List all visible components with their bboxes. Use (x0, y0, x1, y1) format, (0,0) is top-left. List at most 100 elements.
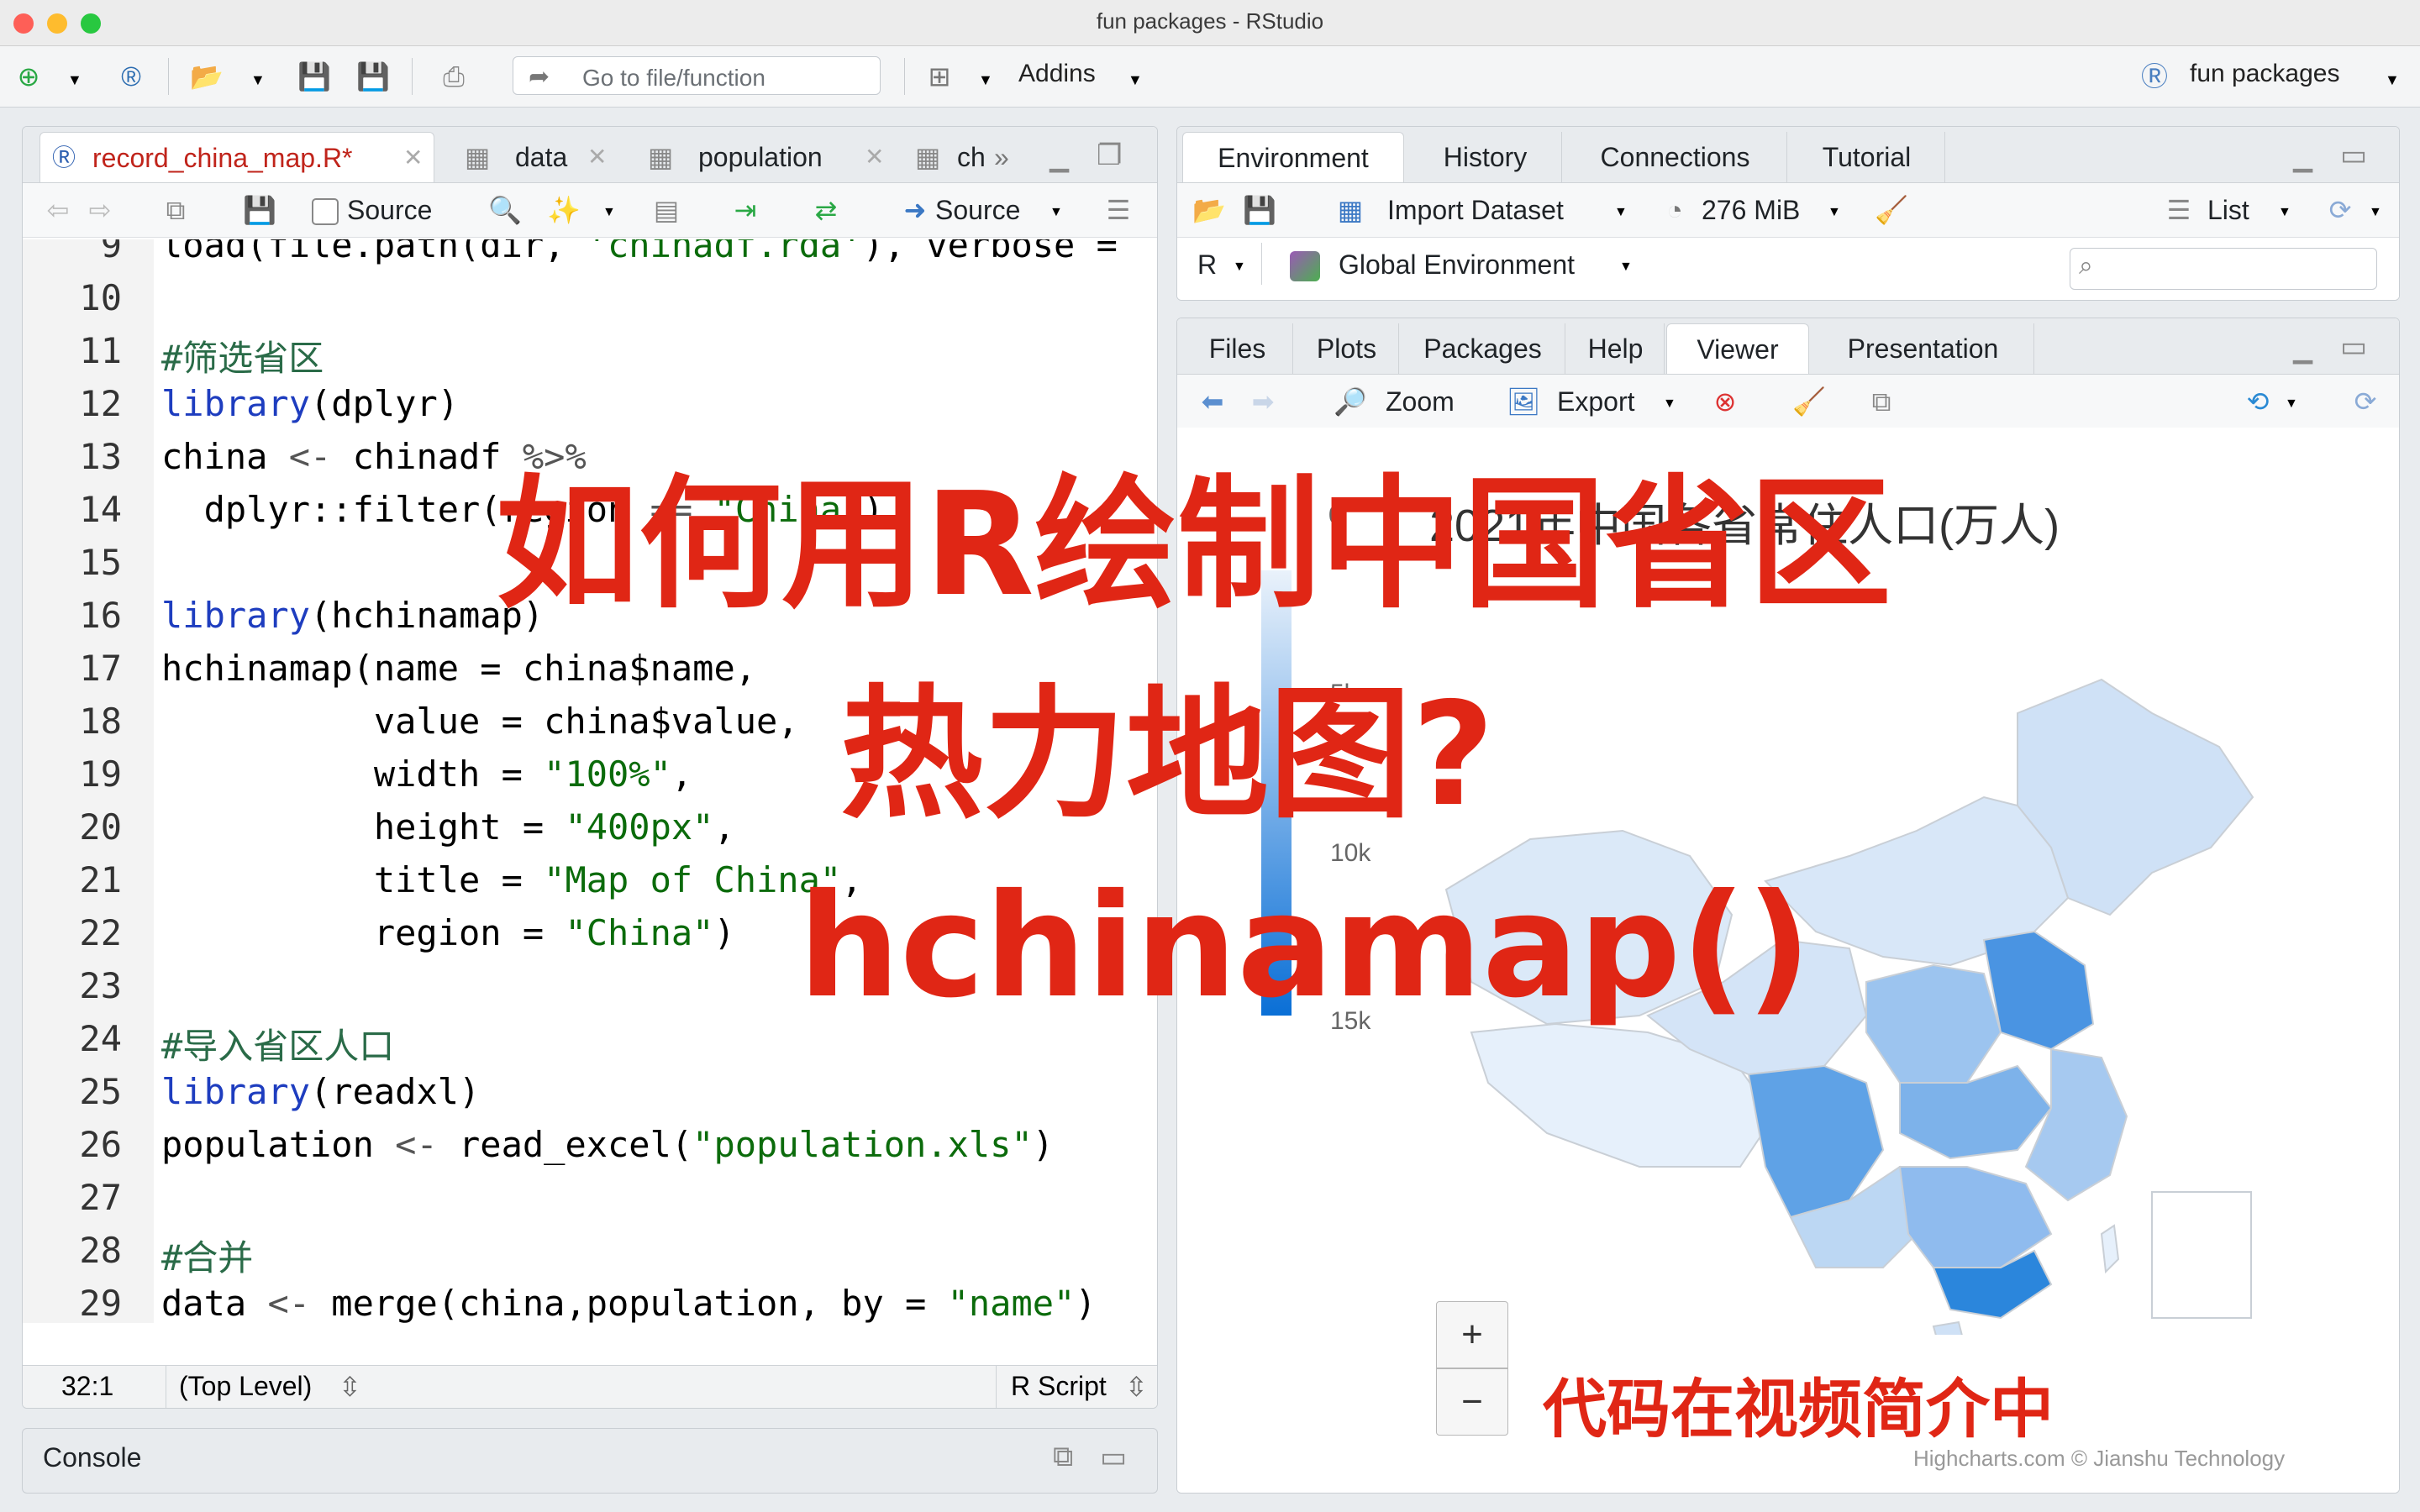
new-project-icon[interactable]: ® (114, 60, 148, 93)
environment-selector[interactable]: Global Environment (1339, 249, 1575, 281)
tab-history[interactable]: History (1409, 132, 1562, 182)
broom-icon[interactable]: 🧹 (1791, 385, 1828, 418)
view-mode-selector[interactable]: List (2207, 195, 2249, 226)
source-arrow-icon[interactable]: ➜ (897, 193, 934, 227)
map-zoom-in-button[interactable]: + (1436, 1301, 1508, 1368)
code-line[interactable]: data <- merge(china,population, by = "na… (161, 1283, 1097, 1323)
chevron-down-icon[interactable]: ▼ (250, 71, 266, 89)
code-line[interactable]: title = "Map of China", (161, 859, 863, 900)
code-line[interactable]: hchinamap(name = china$name, (161, 648, 756, 689)
zoom-button[interactable]: Zoom (1386, 386, 1455, 417)
tab-population[interactable]: ▦ population ✕ (639, 132, 892, 182)
chevron-down-icon[interactable]: ▼ (2278, 205, 2291, 220)
minimize-pane-icon[interactable]: ▁ (1050, 144, 1069, 173)
export-button[interactable]: Export (1557, 386, 1634, 417)
tab-environment[interactable]: Environment (1182, 132, 1404, 182)
console-pane[interactable]: Console ⧉ ▭ (22, 1428, 1158, 1494)
chevron-down-icon[interactable]: ▼ (2285, 396, 2298, 412)
save-icon[interactable]: 💾 (1241, 193, 1278, 227)
chevron-down-icon[interactable]: ▼ (1828, 205, 1841, 220)
minimize-pane-icon[interactable]: ▁ (2293, 144, 2312, 173)
close-icon[interactable]: ✕ (587, 132, 607, 182)
chevron-down-icon[interactable]: ▼ (978, 71, 993, 89)
minimize-pane-icon[interactable]: ▁ (2293, 335, 2312, 365)
document-outline-icon[interactable]: ☰ (1100, 193, 1137, 227)
save-icon[interactable]: 💾 (297, 60, 331, 93)
addins-menu[interactable]: Addins (1018, 60, 1096, 88)
forward-arrow-icon[interactable]: ⇨ (82, 193, 118, 227)
maximize-pane-icon[interactable]: ▭ (2340, 139, 2367, 172)
more-tabs-icon[interactable]: » (994, 132, 1009, 182)
tab-packages[interactable]: Packages (1401, 323, 1565, 374)
close-icon[interactable]: ✕ (865, 132, 884, 182)
print-icon[interactable]: ⎙ (437, 60, 471, 93)
refresh-icon[interactable]: ⟳ (2322, 193, 2359, 227)
chevron-down-icon[interactable]: ▼ (1619, 260, 1633, 275)
filetype-selector[interactable]: R Script (1011, 1371, 1107, 1402)
code-line[interactable]: library(readxl) (161, 1071, 480, 1112)
memory-usage[interactable]: 276 MiB (1702, 195, 1800, 226)
new-file-icon[interactable]: ⊕ (12, 60, 45, 93)
code-line[interactable]: region = "China") (161, 912, 735, 953)
save-icon[interactable]: 💾 (241, 193, 278, 227)
show-in-window-icon[interactable]: ⧉ (1863, 385, 1900, 418)
magic-wand-icon[interactable]: ✨ (545, 193, 582, 227)
tab-viewer[interactable]: Viewer (1666, 323, 1809, 374)
tab-record-china-map[interactable]: Ⓡ record_china_map.R* ✕ (39, 132, 434, 182)
maximize-pane-icon[interactable]: ❐ (1097, 139, 1122, 172)
tab-ch[interactable]: ▦ ch » (907, 132, 1050, 182)
broom-icon[interactable]: 🧹 (1873, 193, 1910, 227)
load-workspace-icon[interactable]: 📂 (1191, 193, 1228, 227)
rerun-icon[interactable]: ⇄ (808, 193, 844, 227)
tab-data[interactable]: ▦ data ✕ (456, 132, 624, 182)
search-icon[interactable]: 🔍 (487, 193, 523, 227)
chevron-down-icon[interactable]: ▼ (67, 71, 82, 89)
code-line[interactable]: library(hchinamap) (161, 595, 544, 636)
code-line[interactable]: height = "400px", (161, 806, 735, 848)
code-line[interactable]: library(dplyr) (161, 383, 459, 424)
tab-plots[interactable]: Plots (1295, 323, 1399, 374)
map-zoom-out-button[interactable]: − (1436, 1368, 1508, 1436)
chevron-down-icon[interactable]: ▼ (1663, 396, 1676, 412)
code-line[interactable]: population <- read_excel("population.xls… (161, 1124, 1054, 1165)
show-in-window-icon[interactable]: ⧉ (157, 193, 194, 227)
chevron-down-icon[interactable]: ▼ (1128, 71, 1143, 89)
env-search-input[interactable]: ⌕ (2070, 248, 2377, 290)
tab-help[interactable]: Help (1567, 323, 1665, 374)
close-icon[interactable]: ✕ (403, 133, 423, 183)
import-dataset-button[interactable]: Import Dataset (1387, 195, 1564, 226)
chevron-down-icon[interactable]: ▼ (1050, 205, 1063, 220)
maximize-pane-icon[interactable]: ▭ (2340, 330, 2367, 364)
pane-layout-icon[interactable]: ⊞ (923, 60, 956, 93)
chevron-down-icon[interactable]: ▼ (2369, 205, 2382, 220)
code-line[interactable]: width = "100%", (161, 753, 692, 795)
save-all-icon[interactable]: 💾 (356, 60, 390, 93)
project-menu[interactable]: fun packages (2190, 60, 2339, 88)
refresh-icon[interactable]: ⟳ (2347, 385, 2384, 418)
sync-icon[interactable]: ⟲ (2239, 385, 2276, 418)
maximize-pane-icon[interactable]: ▭ (1100, 1441, 1127, 1474)
remove-icon[interactable]: ⊗ (1707, 385, 1744, 418)
chevron-down-icon[interactable]: ▼ (1614, 205, 1628, 220)
restore-pane-icon[interactable]: ⧉ (1053, 1441, 1073, 1473)
compile-report-icon[interactable]: ▤ (648, 193, 685, 227)
run-icon[interactable]: ⇥ (727, 193, 764, 227)
code-line[interactable]: load(file.path(dir, 'chinadf.rda'), verb… (161, 239, 1118, 265)
chevron-down-icon[interactable]: ▼ (602, 205, 616, 220)
back-arrow-icon[interactable]: ⬅ (1194, 385, 1231, 418)
code-line[interactable]: #筛选省区 (161, 330, 324, 381)
open-file-icon[interactable]: 📂 (190, 60, 224, 93)
chevron-down-icon[interactable]: ▼ (2385, 71, 2400, 89)
tab-tutorial[interactable]: Tutorial (1789, 132, 1945, 182)
back-arrow-icon[interactable]: ⇦ (39, 193, 76, 227)
source-button[interactable]: Source (935, 195, 1020, 226)
code-line[interactable]: #合并 (161, 1230, 253, 1281)
code-line[interactable]: value = china$value, (161, 701, 799, 742)
scope-selector[interactable]: (Top Level) (179, 1371, 312, 1402)
chevron-down-icon[interactable]: ▼ (1233, 260, 1246, 275)
go-to-file-input[interactable]: ➦ Go to file/function (513, 56, 881, 95)
language-selector[interactable]: R (1197, 249, 1217, 281)
forward-arrow-icon[interactable]: ➡ (1244, 385, 1281, 418)
code-line[interactable]: #导入省区人口 (161, 1018, 394, 1069)
tab-connections[interactable]: Connections (1564, 132, 1787, 182)
